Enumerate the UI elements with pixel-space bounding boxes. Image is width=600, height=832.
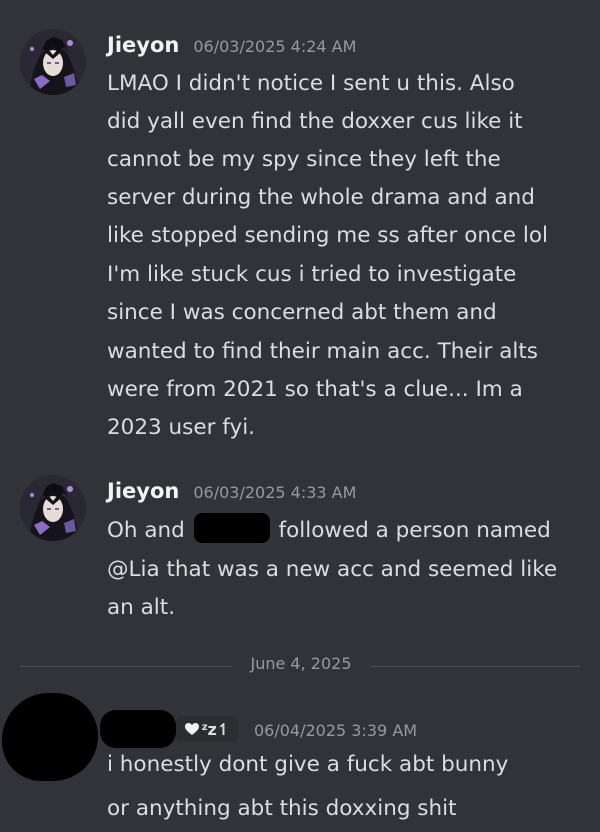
message-text-line: I'm like stuck cus i tried to investigat… <box>107 262 517 287</box>
divider-line <box>370 666 580 667</box>
message-text-line: or anything abt this doxxing shit <box>107 796 457 821</box>
message-text-line: did yall even find the doxxer cus like i… <box>107 109 523 134</box>
date-divider: June 4, 2025 <box>0 653 600 679</box>
user-avatar[interactable] <box>20 29 86 95</box>
message-text-line: like stopped sending me ss after once lo… <box>107 223 548 248</box>
message-text-line: cannot be my spy since they left the <box>107 147 501 172</box>
message-text-fragment: followed a person named <box>278 518 551 543</box>
redaction-mark <box>193 513 270 543</box>
divider-line <box>20 666 232 667</box>
message-text-line: an alt. <box>107 595 176 620</box>
status-badge[interactable]: zz↿ <box>176 716 238 742</box>
timestamp[interactable]: 06/03/2025 4:24 AM <box>193 37 356 56</box>
divider-date: June 4, 2025 <box>250 654 352 673</box>
message-text-line: 2023 user fyi. <box>107 415 256 440</box>
sleep-zz-icon: zz↿ <box>201 720 231 739</box>
username[interactable]: Jieyon <box>107 479 179 503</box>
message-text-line: wanted to find their main acc. Their alt… <box>107 339 538 364</box>
message-text-line: LMAO I didn't notice I sent u this. Also <box>107 71 515 96</box>
timestamp[interactable]: 06/04/2025 3:39 AM <box>254 721 417 740</box>
user-avatar[interactable] <box>20 475 86 541</box>
timestamp[interactable]: 06/03/2025 4:33 AM <box>193 483 356 502</box>
message-header: Jieyon 06/03/2025 4:33 AM <box>107 479 356 509</box>
message-header: Jieyon 06/03/2025 4:24 AM <box>107 33 356 63</box>
redacted-username[interactable] <box>100 710 176 748</box>
message-text-line: server during the whole drama and and <box>107 185 535 210</box>
message-text-line: since I was concerned abt them and <box>107 300 497 325</box>
message-text-line: were from 2021 so that's a clue... Im a <box>107 377 523 402</box>
heart-icon <box>184 723 199 735</box>
username[interactable]: Jieyon <box>107 33 179 57</box>
message-text-line: Oh and followed a person named <box>107 512 551 550</box>
message-text-line: @Lia that was a new acc and seemed like <box>107 557 558 582</box>
redacted-avatar[interactable] <box>2 693 98 781</box>
message-text-line: i honestly dont give a fuck abt bunny <box>107 752 509 777</box>
message-text-fragment: Oh and <box>107 518 185 543</box>
